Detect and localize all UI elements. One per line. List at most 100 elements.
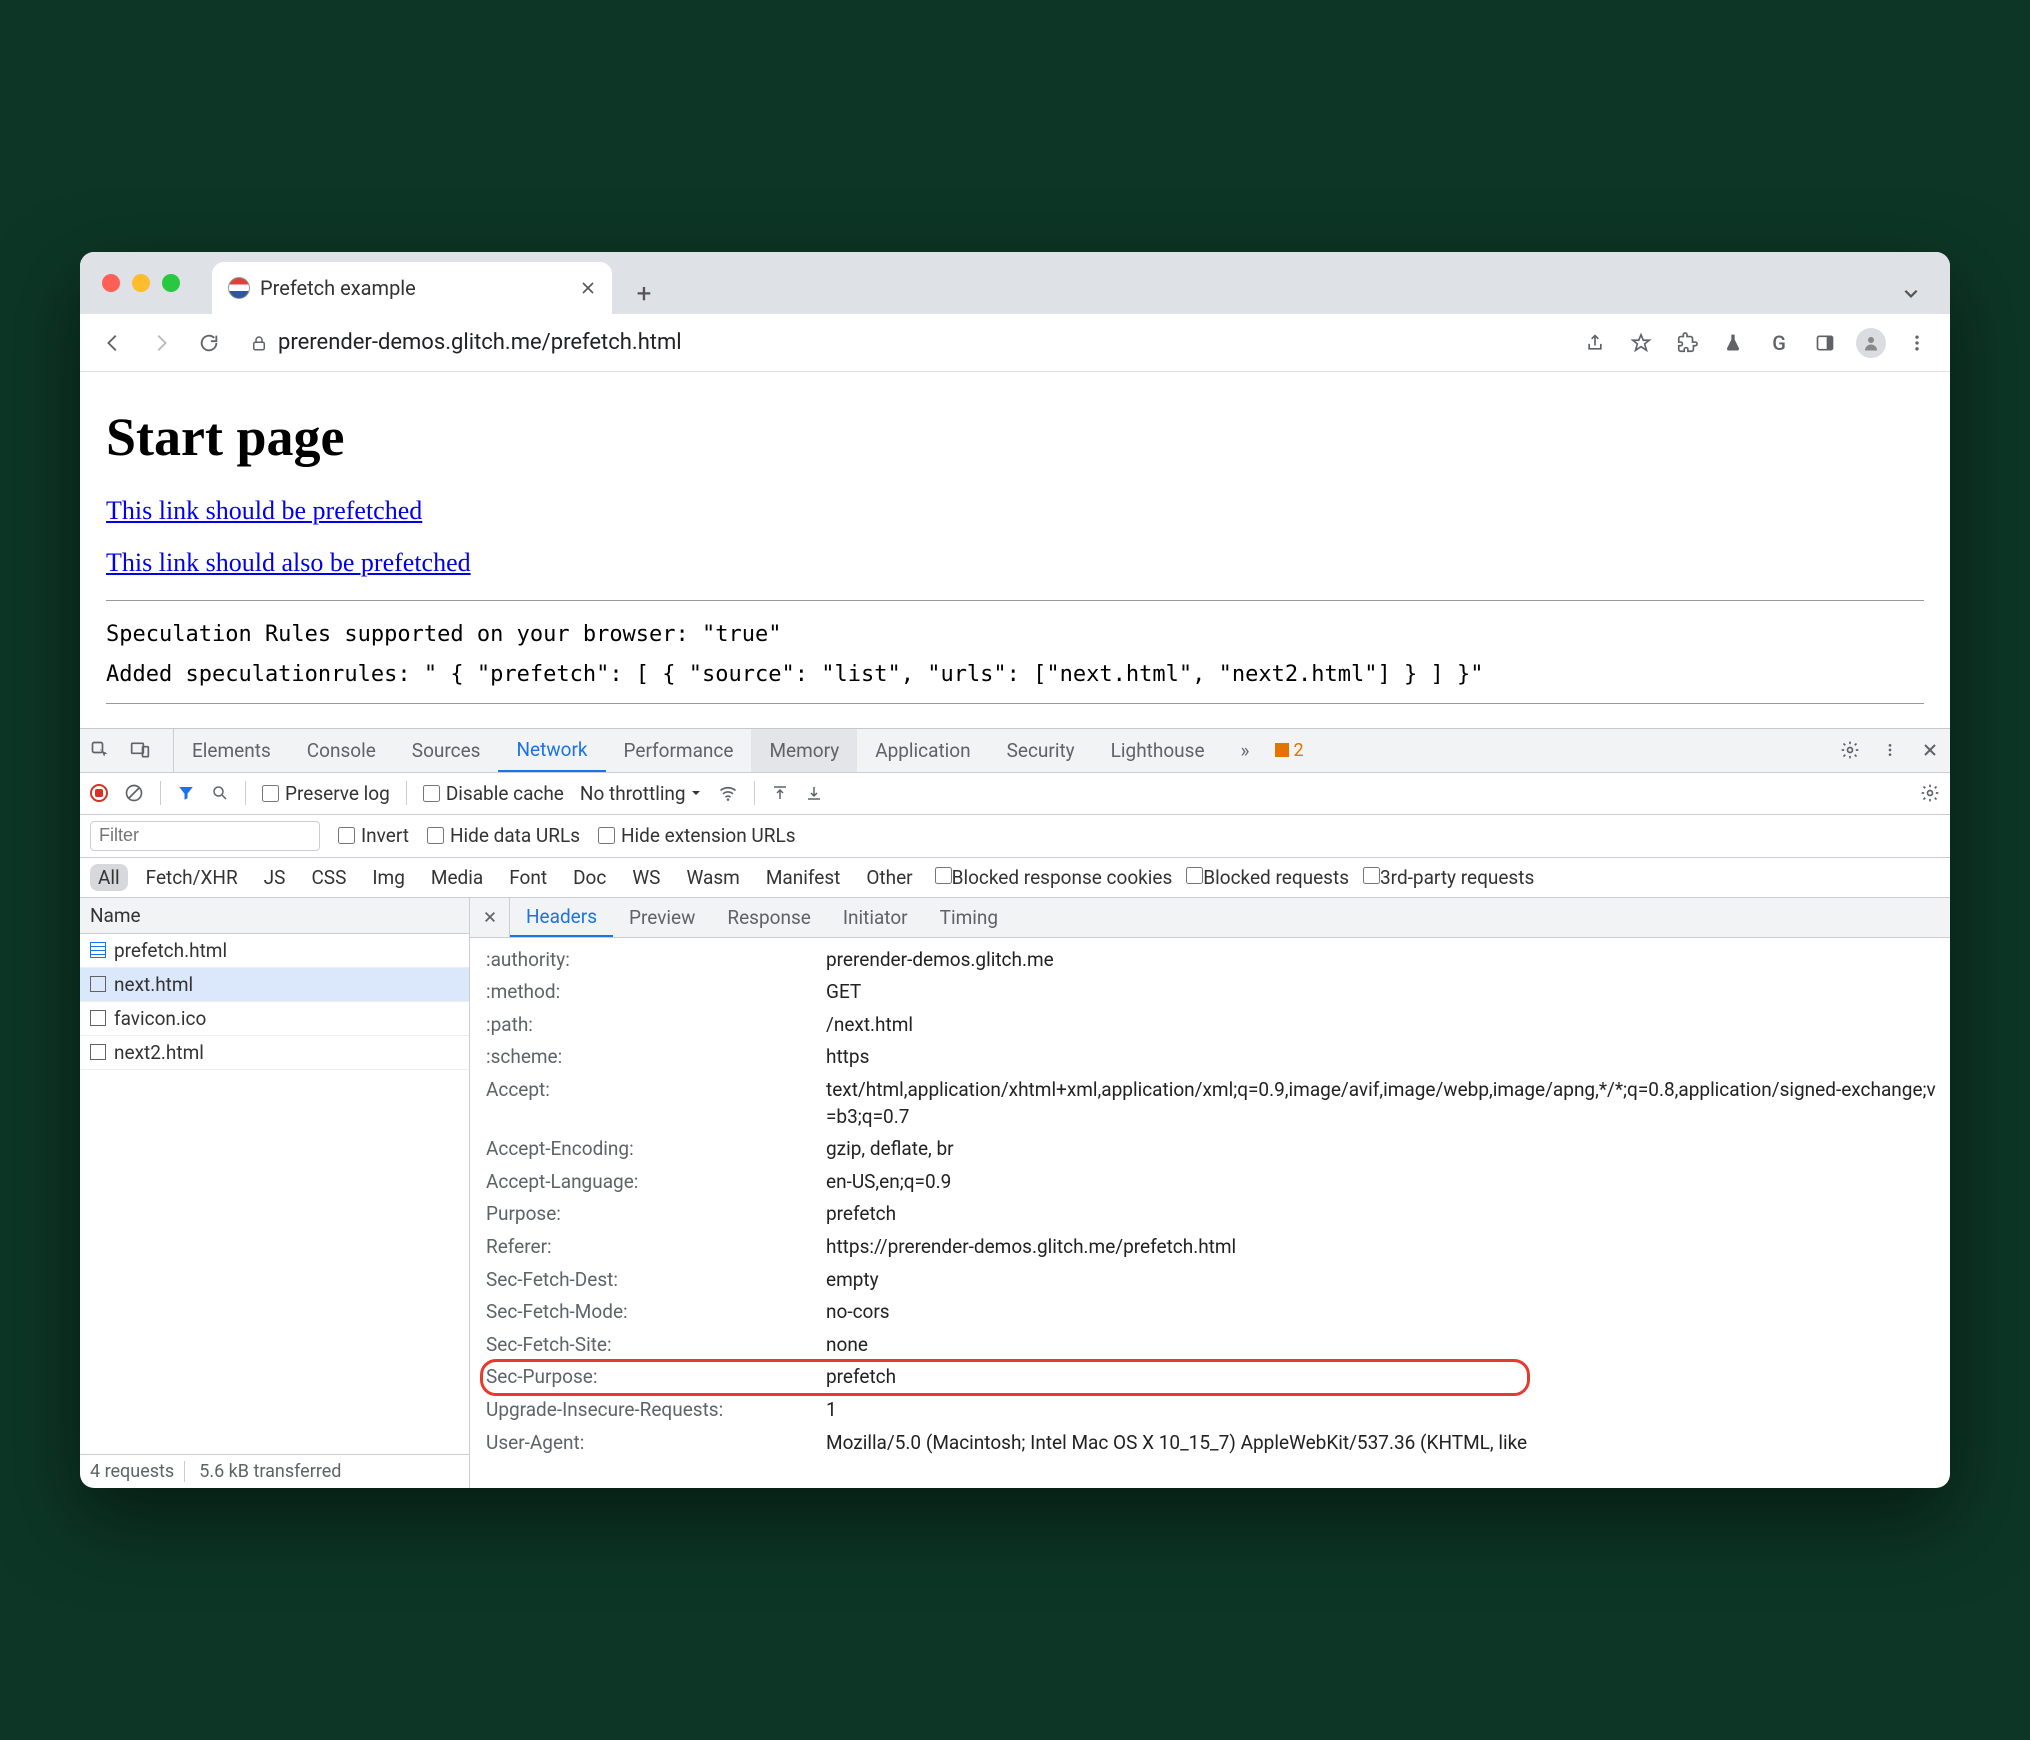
subtab-preview[interactable]: Preview [613, 898, 711, 937]
network-filter-row-1: Invert Hide data URLs Hide extension URL… [80, 815, 1950, 858]
blocked-cookies-checkbox[interactable]: Blocked response cookies [935, 866, 1173, 889]
search-icon[interactable] [211, 784, 229, 802]
blocked-requests-checkbox[interactable]: Blocked requests [1186, 866, 1349, 889]
subtab-headers[interactable]: Headers [510, 898, 613, 937]
header-row: Sec-Fetch-Mode:no-cors [486, 1296, 1950, 1329]
device-icon[interactable] [120, 729, 160, 772]
throttling-select[interactable]: No throttling [580, 782, 702, 805]
panel-tab-performance[interactable]: Performance [606, 729, 752, 772]
export-har-icon[interactable] [805, 784, 823, 802]
prefetch-link-2[interactable]: This link should also be prefetched [106, 548, 1924, 578]
panel-tab-lighthouse[interactable]: Lighthouse [1093, 729, 1223, 772]
star-icon[interactable] [1620, 322, 1662, 364]
import-har-icon[interactable] [771, 784, 789, 802]
speculation-rules-supported: Speculation Rules supported on your brow… [106, 615, 1924, 655]
type-filter-doc[interactable]: Doc [565, 864, 614, 891]
address-bar[interactable]: prerender-demos.glitch.me/prefetch.html [236, 323, 1568, 363]
type-filter-js[interactable]: JS [256, 864, 294, 891]
header-key: Referer: [486, 1234, 826, 1261]
panel-tab-application[interactable]: Application [857, 729, 988, 772]
subtab-initiator[interactable]: Initiator [827, 898, 924, 937]
kebab-menu-icon[interactable] [1896, 322, 1938, 364]
header-row: :path:/next.html [486, 1009, 1950, 1042]
prefetch-link-1[interactable]: This link should be prefetched [106, 496, 1924, 526]
panel-tab-elements[interactable]: Elements [174, 729, 289, 772]
warning-badge[interactable]: 2 [1267, 729, 1311, 772]
type-filter-manifest[interactable]: Manifest [758, 864, 849, 891]
tab-title: Prefetch example [260, 276, 570, 300]
hide-data-urls-checkbox[interactable]: Hide data URLs [427, 824, 580, 847]
record-icon[interactable] [90, 784, 108, 802]
clear-icon[interactable] [124, 783, 144, 803]
request-row[interactable]: next2.html [80, 1036, 469, 1070]
header-value: GET [826, 979, 1950, 1006]
network-settings-icon[interactable] [1920, 783, 1940, 803]
name-column-header[interactable]: Name [80, 898, 469, 934]
inspect-icon[interactable] [80, 729, 120, 772]
type-filter-other[interactable]: Other [858, 864, 920, 891]
subtab-timing[interactable]: Timing [924, 898, 1014, 937]
tab-overflow-chevron-icon[interactable] [1884, 272, 1938, 314]
panel-tab-security[interactable]: Security [989, 729, 1093, 772]
header-row: Accept:text/html,application/xhtml+xml,a… [486, 1074, 1950, 1133]
settings-gear-icon[interactable] [1830, 729, 1870, 772]
preserve-log-checkbox[interactable]: Preserve log [262, 782, 390, 805]
type-filter-img[interactable]: Img [364, 864, 413, 891]
type-filter-wasm[interactable]: Wasm [678, 864, 747, 891]
browser-toolbar: prerender-demos.glitch.me/prefetch.html … [80, 314, 1950, 372]
filter-icon[interactable] [177, 784, 195, 802]
page-heading: Start page [106, 406, 1924, 468]
panel-tab-sources[interactable]: Sources [394, 729, 499, 772]
network-status-bar: 4 requests 5.6 kB transferred [80, 1454, 469, 1488]
header-value: https://prerender-demos.glitch.me/prefet… [826, 1234, 1950, 1261]
panel-tab-console[interactable]: Console [289, 729, 394, 772]
fullscreen-window-icon[interactable] [162, 274, 180, 292]
reload-button[interactable] [188, 322, 230, 364]
hide-extension-urls-checkbox[interactable]: Hide extension URLs [598, 824, 796, 847]
filter-input[interactable] [90, 821, 320, 851]
close-tab-icon[interactable] [580, 280, 596, 296]
header-row: Sec-Fetch-Site:none [486, 1329, 1950, 1362]
close-devtools-icon[interactable] [1910, 729, 1950, 772]
header-key: :path: [486, 1012, 826, 1039]
type-filter-css[interactable]: CSS [303, 864, 354, 891]
browser-tab[interactable]: Prefetch example [212, 262, 612, 314]
network-conditions-icon[interactable] [718, 783, 738, 803]
request-row[interactable]: next.html [80, 968, 469, 1002]
devtools-kebab-icon[interactable] [1870, 729, 1910, 772]
type-filter-media[interactable]: Media [423, 864, 491, 891]
close-detail-icon[interactable] [470, 898, 510, 937]
invert-checkbox[interactable]: Invert [338, 824, 409, 847]
back-button[interactable] [92, 322, 134, 364]
header-row: Accept-Language:en-US,en;q=0.9 [486, 1166, 1950, 1199]
header-key: Upgrade-Insecure-Requests: [486, 1397, 826, 1424]
divider [106, 600, 1924, 601]
disable-cache-checkbox[interactable]: Disable cache [423, 782, 564, 805]
header-value: empty [826, 1267, 1950, 1294]
type-filter-ws[interactable]: WS [624, 864, 668, 891]
request-row[interactable]: prefetch.html [80, 934, 469, 968]
third-party-checkbox[interactable]: 3rd-party requests [1363, 866, 1534, 889]
panel-tab-network[interactable]: Network [498, 729, 605, 772]
type-filter-font[interactable]: Font [501, 864, 555, 891]
extensions-icon[interactable] [1666, 322, 1708, 364]
side-panel-icon[interactable] [1804, 322, 1846, 364]
profile-icon[interactable] [1850, 322, 1892, 364]
subtab-response[interactable]: Response [711, 898, 826, 937]
type-filter-all[interactable]: All [90, 864, 128, 891]
minimize-window-icon[interactable] [132, 274, 150, 292]
g-icon[interactable]: G [1758, 322, 1800, 364]
panel-tab-memory[interactable]: Memory [751, 729, 857, 772]
new-tab-button[interactable]: + [624, 274, 664, 314]
more-panels-icon[interactable]: » [1223, 729, 1268, 772]
request-name: prefetch.html [114, 939, 227, 962]
close-window-icon[interactable] [102, 274, 120, 292]
share-icon[interactable] [1574, 322, 1616, 364]
tab-favicon [228, 277, 250, 299]
type-filter-fetch-xhr[interactable]: Fetch/XHR [138, 864, 246, 891]
header-row: Purpose:prefetch [486, 1198, 1950, 1231]
request-row[interactable]: favicon.ico [80, 1002, 469, 1036]
request-name: next.html [114, 973, 193, 996]
flask-icon[interactable] [1712, 322, 1754, 364]
forward-button[interactable] [140, 322, 182, 364]
